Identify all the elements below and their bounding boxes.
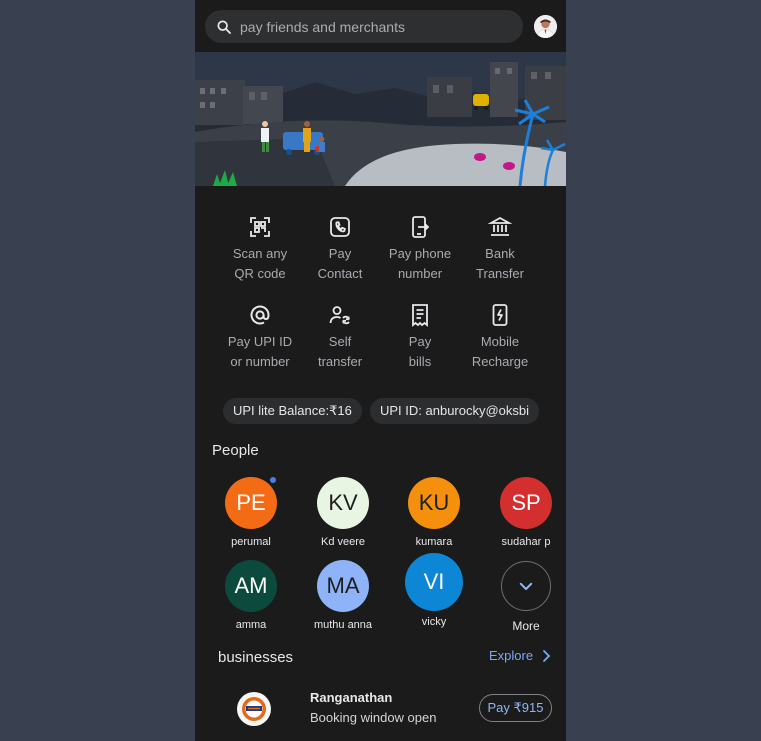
action-label: Pay Contact (317, 246, 363, 281)
more-people-button[interactable]: More (481, 561, 566, 633)
avatar-initials: KV (328, 490, 358, 515)
action-scan-qr[interactable]: Scan any QR code (220, 212, 300, 284)
person-name: vicky (421, 616, 447, 628)
more-circle (501, 561, 551, 611)
person-name: perumal (231, 536, 271, 548)
upi-id-chip[interactable]: UPI ID: anburocky@oksbi (370, 398, 540, 424)
avatar-initials: PE (236, 490, 266, 515)
more-label: More (512, 619, 540, 633)
person-name: kumara (415, 536, 453, 548)
app-screen: Scan any QR code Pay Contact Pay phone n… (195, 0, 566, 741)
business-name: Ranganathan (310, 690, 393, 705)
explore-link[interactable]: Explore (489, 648, 551, 663)
action-pay-contact[interactable]: Pay Contact (300, 212, 380, 284)
action-pay-upi[interactable]: Pay UPI ID or number (220, 300, 300, 372)
business-subtitle: Booking window open (310, 710, 437, 725)
action-pay-bills[interactable]: Pay bills (380, 300, 460, 372)
person-name: amma (235, 619, 267, 631)
businesses-title: businesses (218, 649, 294, 666)
action-label: Pay bills (408, 334, 432, 369)
bill-icon (412, 304, 428, 327)
new-indicator-dot (270, 477, 276, 483)
action-self-transfer[interactable]: Self transfer (300, 300, 380, 372)
avatar: KV (317, 477, 369, 529)
avatar: PE (225, 477, 277, 529)
profile-photo-icon (534, 15, 557, 38)
action-label: Pay UPI ID or number (227, 334, 293, 369)
action-pay-phone[interactable]: Pay phone number (380, 212, 460, 284)
avatar-initials: KU (418, 490, 450, 515)
people-title: People (212, 442, 259, 459)
pay-amount-button[interactable]: Pay ₹915 (479, 694, 552, 722)
contact-pay-icon (330, 217, 350, 237)
person-contact[interactable]: KV Kd veere (298, 477, 388, 548)
person-name: Kd veere (320, 536, 366, 548)
at-icon (250, 305, 270, 325)
profile-avatar[interactable] (534, 15, 557, 38)
search-icon (217, 19, 231, 34)
person-contact[interactable]: PE perumal (206, 477, 296, 548)
person-contact[interactable]: KU kumara (389, 477, 479, 548)
fuel-brand-logo-icon (242, 697, 266, 721)
self-transfer-icon (329, 306, 350, 325)
avatar-initials: AM (234, 573, 268, 598)
action-label: Bank Transfer (476, 246, 524, 281)
phone-pay-icon (412, 216, 430, 238)
explore-label: Explore (489, 648, 534, 663)
avatar-initials: SP (511, 490, 541, 515)
action-mobile-recharge[interactable]: Mobile Recharge (460, 300, 540, 372)
avatar-initials: MA (326, 573, 360, 598)
search-bar[interactable] (205, 10, 523, 43)
top-bar (195, 0, 566, 52)
action-label: Scan any QR code (232, 246, 288, 281)
person-name: muthu anna (313, 619, 373, 631)
avatar-initials: VI (423, 569, 445, 594)
person-name: sudahar p (501, 536, 551, 548)
action-bank-transfer[interactable]: Bank Transfer (460, 212, 540, 284)
avatar: KU (408, 477, 460, 529)
promo-banner (195, 52, 566, 186)
chevron-right-icon (543, 649, 551, 662)
business-logo[interactable] (237, 692, 271, 726)
avatar: SP (500, 477, 552, 529)
avatar: VI (405, 553, 463, 611)
chevron-down-icon (519, 582, 533, 590)
upi-lite-balance-chip[interactable]: UPI lite Balance:₹16 (223, 398, 362, 424)
person-contact[interactable]: VI vicky (389, 553, 479, 628)
person-contact[interactable]: MA muthu anna (298, 560, 388, 631)
avatar: AM (225, 560, 277, 612)
mobile-recharge-icon (492, 304, 508, 326)
search-input[interactable] (240, 18, 490, 35)
action-label: Mobile Recharge (471, 334, 529, 369)
action-label: Pay phone number (388, 246, 452, 281)
person-contact[interactable]: AM amma (206, 560, 296, 631)
qr-scan-icon (250, 217, 270, 237)
action-label: Self transfer (317, 334, 363, 369)
bank-icon (488, 216, 512, 236)
avatar: MA (317, 560, 369, 612)
city-illustration (195, 52, 566, 186)
person-contact[interactable]: SP sudahar p (481, 477, 566, 548)
